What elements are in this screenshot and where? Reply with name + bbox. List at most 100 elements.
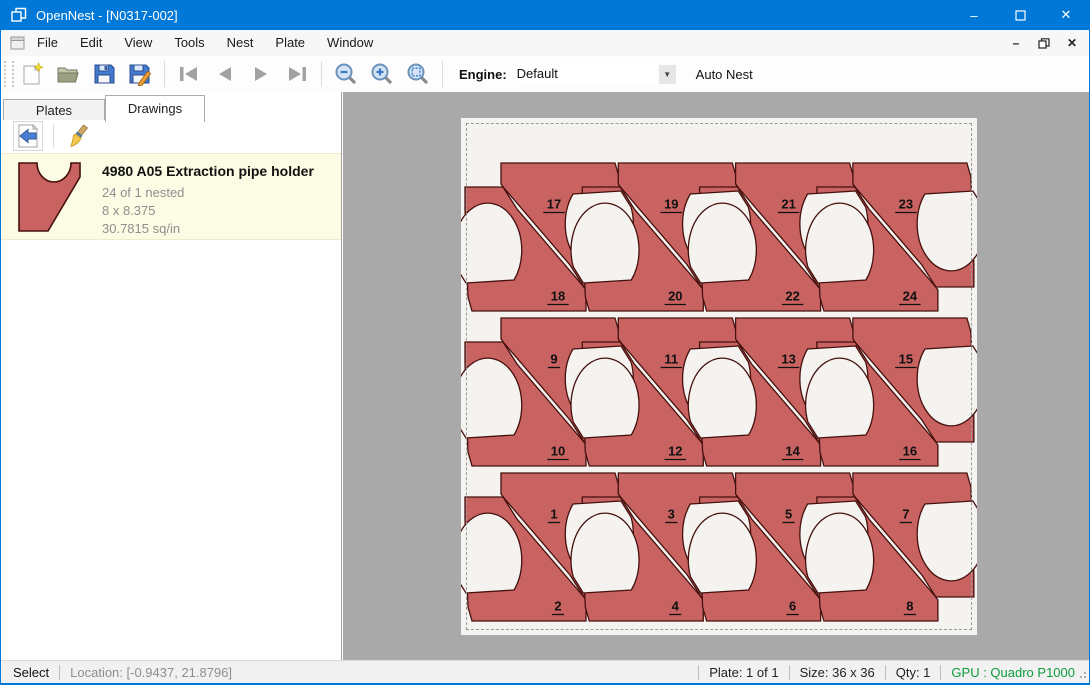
engine-dropdown-button[interactable]: ▼ xyxy=(659,65,676,84)
maximize-icon xyxy=(1015,10,1026,21)
engine-label: Engine: xyxy=(459,67,507,82)
new-file-icon xyxy=(21,62,44,86)
go-next-button[interactable] xyxy=(244,59,278,89)
menu-tools[interactable]: Tools xyxy=(163,30,215,56)
minimize-button[interactable]: – xyxy=(951,0,997,30)
part-number-label: 24 xyxy=(903,289,918,304)
part-number-label: 1 xyxy=(550,507,557,522)
part-number-label: 17 xyxy=(547,197,561,212)
toolbar-grip[interactable] xyxy=(4,61,14,87)
part-number-label: 3 xyxy=(668,507,675,522)
app-icon xyxy=(10,6,28,24)
part-number-label: 10 xyxy=(551,444,565,459)
nest-layout: 171819202122232491011121314151612345678 xyxy=(461,118,977,635)
menu-nest[interactable]: Nest xyxy=(216,30,265,56)
toolbar-separator xyxy=(164,61,165,87)
part-number-label: 13 xyxy=(781,352,795,367)
tab-strip: Plates Drawings xyxy=(1,94,341,121)
part-number-label: 8 xyxy=(906,599,913,614)
zoom-in-button[interactable] xyxy=(365,59,399,89)
open-button[interactable] xyxy=(51,59,85,89)
toolbar-separator xyxy=(321,61,322,87)
status-qty: Qty: 1 xyxy=(896,665,931,680)
part-number-label: 22 xyxy=(785,289,799,304)
part-number-label: 4 xyxy=(672,599,680,614)
zoom-fit-button[interactable] xyxy=(401,59,435,89)
part-thumbnail xyxy=(11,160,93,235)
drawing-nested-count: 24 of 1 nested xyxy=(102,185,184,200)
menu-file[interactable]: File xyxy=(26,30,69,56)
drawing-size: 8 x 8.375 xyxy=(102,203,156,218)
part-number-label: 20 xyxy=(668,289,682,304)
status-bar: Select Location: [-0.9437, 21.8796] Plat… xyxy=(1,660,1089,683)
mdi-document-icon[interactable] xyxy=(10,36,26,51)
part-number-label: 21 xyxy=(781,197,795,212)
go-first-button[interactable] xyxy=(172,59,206,89)
status-separator xyxy=(789,665,790,680)
part-number-label: 2 xyxy=(554,599,561,614)
part-number-label: 19 xyxy=(664,197,678,212)
menu-bar: File Edit View Tools Nest Plate Window –… xyxy=(1,30,1089,57)
drawing-list-item[interactable]: 4980 A05 Extraction pipe holder 24 of 1 … xyxy=(1,153,341,240)
part-number-label: 12 xyxy=(668,444,682,459)
go-previous-button[interactable] xyxy=(208,59,242,89)
save-as-button[interactable] xyxy=(123,59,157,89)
part-number-label: 15 xyxy=(899,352,913,367)
mdi-restore-button[interactable] xyxy=(1033,33,1055,53)
part-number-label: 16 xyxy=(903,444,917,459)
status-gpu: GPU : Quadro P1000 xyxy=(951,665,1075,680)
nest-canvas[interactable]: 171819202122232491011121314151612345678 xyxy=(343,92,1089,660)
status-separator xyxy=(698,665,699,680)
new-button[interactable] xyxy=(15,59,49,89)
status-plate: Plate: 1 of 1 xyxy=(709,665,778,680)
window-title: OpenNest - [N0317-002] xyxy=(36,8,178,23)
drawings-toolbar xyxy=(1,120,341,152)
part-number-label: 5 xyxy=(785,507,792,522)
maximize-button[interactable] xyxy=(997,0,1043,30)
open-folder-icon xyxy=(56,62,80,86)
plate[interactable]: 171819202122232491011121314151612345678 xyxy=(461,118,977,635)
panel-separator xyxy=(53,124,54,148)
toolbar: Engine: Default ▼ Auto Nest xyxy=(1,56,1089,93)
import-drawing-button[interactable] xyxy=(13,121,43,151)
menu-edit[interactable]: Edit xyxy=(69,30,113,56)
status-size: Size: 36 x 36 xyxy=(800,665,875,680)
part-number-label: 6 xyxy=(789,599,796,614)
mdi-restore-icon xyxy=(1038,38,1050,49)
zoom-out-button[interactable] xyxy=(329,59,363,89)
broom-icon xyxy=(68,124,92,148)
menu-view[interactable]: View xyxy=(113,30,163,56)
menu-plate[interactable]: Plate xyxy=(264,30,316,56)
tab-drawings[interactable]: Drawings xyxy=(105,95,205,122)
left-panel: Plates Drawings xyxy=(1,92,342,660)
tab-plates[interactable]: Plates xyxy=(3,99,105,121)
zoom-out-icon xyxy=(334,62,358,86)
go-first-icon xyxy=(178,65,200,83)
status-separator xyxy=(885,665,886,680)
part-number-label: 14 xyxy=(785,444,800,459)
engine-combobox[interactable]: Default xyxy=(517,63,657,85)
app-window: OpenNest - [N0317-002] – ✕ File Edit Vie… xyxy=(0,0,1090,685)
status-location: Location: [-0.9437, 21.8796] xyxy=(70,665,232,680)
zoom-in-icon xyxy=(370,62,394,86)
mdi-close-button[interactable]: ✕ xyxy=(1061,33,1083,53)
status-separator xyxy=(59,665,60,680)
go-next-icon xyxy=(251,65,271,83)
menu-window[interactable]: Window xyxy=(316,30,384,56)
go-last-button[interactable] xyxy=(280,59,314,89)
drawing-area: 30.7815 sq/in xyxy=(102,221,180,236)
close-button[interactable]: ✕ xyxy=(1043,0,1089,30)
part-number-label: 18 xyxy=(551,289,565,304)
mdi-minimize-button[interactable]: – xyxy=(1005,33,1027,53)
save-button[interactable] xyxy=(87,59,121,89)
part-number-label: 9 xyxy=(550,352,557,367)
part-number-label: 11 xyxy=(664,352,678,367)
save-icon xyxy=(92,62,116,86)
resize-grip[interactable] xyxy=(1077,671,1087,681)
part-number-label: 23 xyxy=(899,197,913,212)
go-previous-icon xyxy=(215,65,235,83)
auto-nest-button[interactable]: Auto Nest xyxy=(690,63,759,86)
clear-drawings-button[interactable] xyxy=(66,122,94,150)
toolbar-separator xyxy=(442,61,443,87)
drawing-title: 4980 A05 Extraction pipe holder xyxy=(102,163,314,179)
